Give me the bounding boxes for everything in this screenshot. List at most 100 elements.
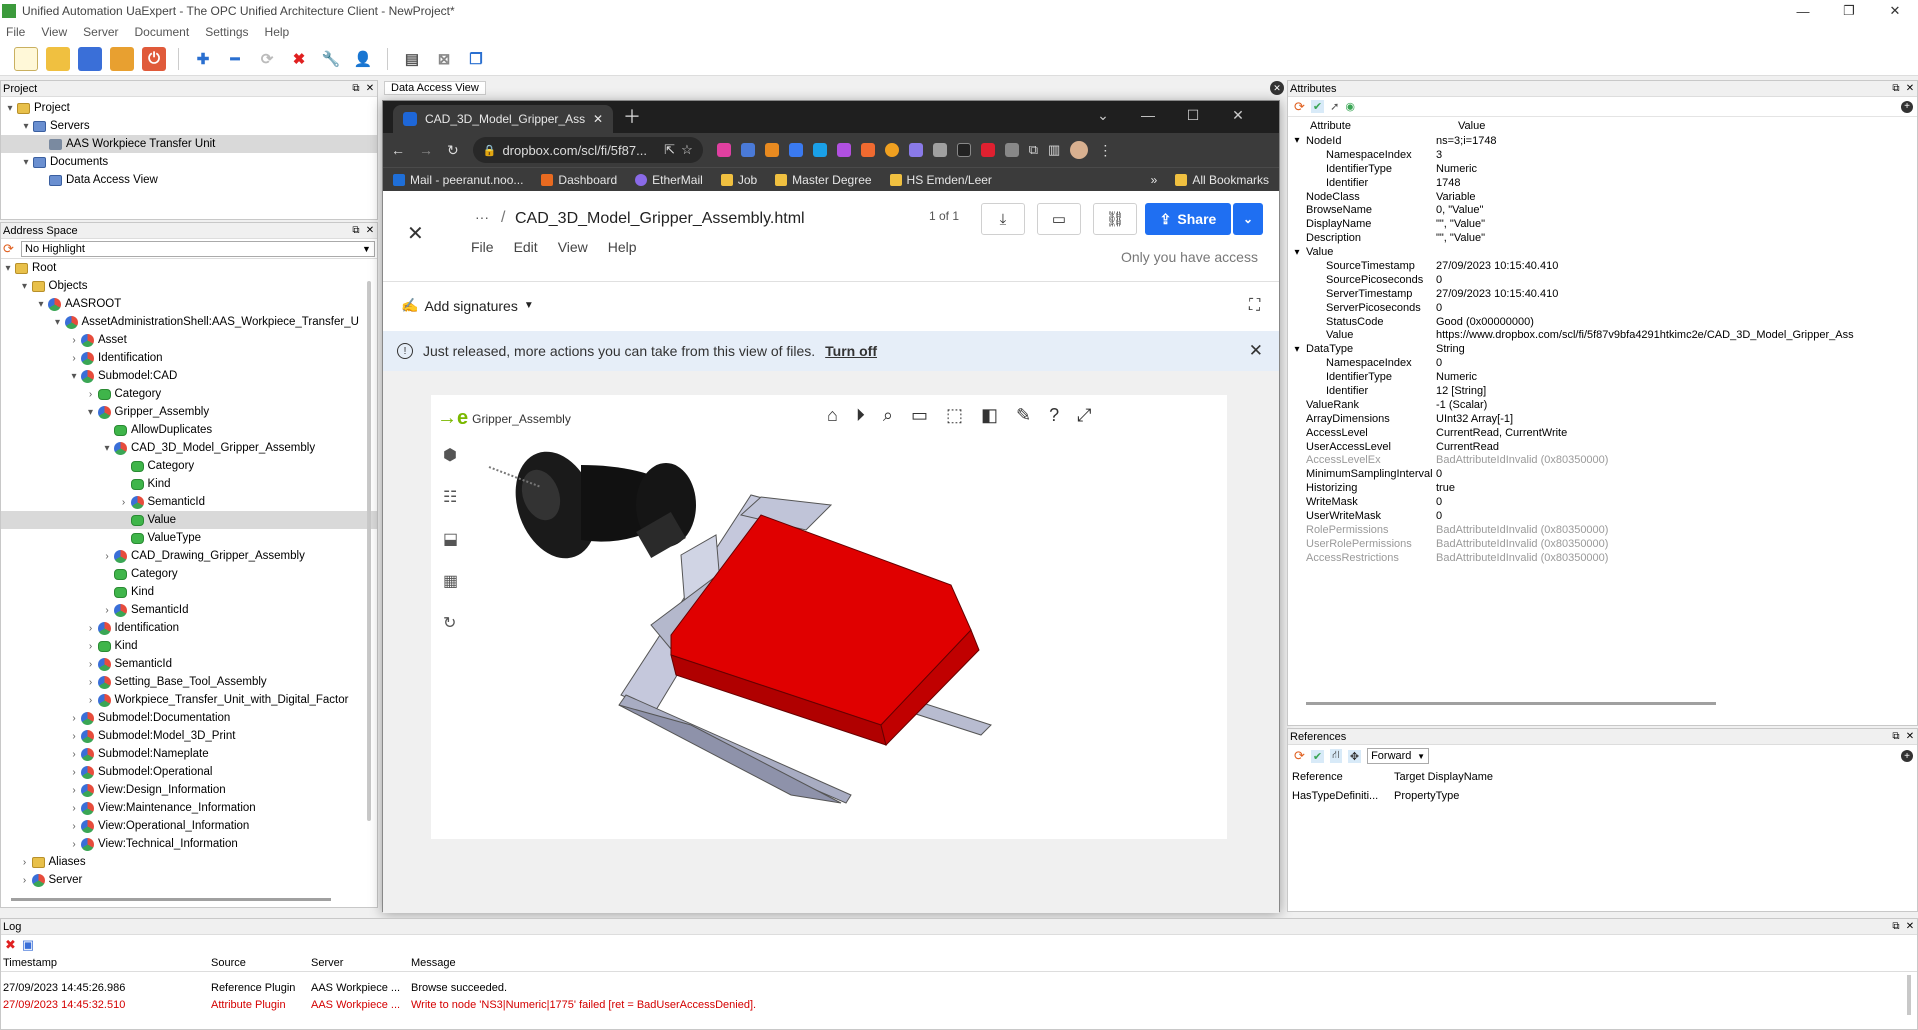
chevron-right-icon[interactable]: ›	[67, 731, 81, 742]
attribute-row[interactable]: NodeClass Variable	[1288, 190, 1917, 204]
extension-icon[interactable]	[956, 143, 971, 157]
tree-item[interactable]: ▾ Documents	[1, 153, 377, 171]
maximize-button[interactable]: ❐	[1826, 3, 1872, 19]
tree-item[interactable]: › Submodel:Documentation	[1, 709, 377, 727]
attribute-row[interactable]: ServerTimestamp 27/09/2023 10:15:40.410	[1288, 287, 1917, 301]
attribute-row[interactable]: IdentifierType Numeric	[1288, 162, 1917, 176]
bookmark-item[interactable]: HS Emden/Leer	[889, 173, 992, 187]
share-button[interactable]: ⇪ Share	[1145, 203, 1231, 235]
attribute-row[interactable]: IdentifierType Numeric	[1288, 370, 1917, 384]
back-icon[interactable]: ←	[391, 142, 405, 158]
chevron-right-icon[interactable]: ›	[100, 551, 114, 562]
save-as-icon[interactable]	[110, 46, 134, 71]
extension-icon[interactable]	[884, 143, 899, 157]
tree-item[interactable]: › Submodel:Operational	[1, 763, 377, 781]
chevron-down-icon[interactable]: ▾	[1288, 344, 1306, 355]
bookmark-item[interactable]: Master Degree	[775, 173, 872, 187]
tree-item[interactable]: › View:Technical_Information	[1, 835, 377, 853]
tree-item[interactable]: Category	[1, 565, 377, 583]
menu-settings[interactable]: Settings	[205, 25, 248, 39]
vertical-scrollbar[interactable]	[1907, 975, 1911, 1015]
tree-item[interactable]: ▾ AssetAdministrationShell:AAS_Workpiece_…	[1, 313, 377, 331]
minimize-button[interactable]: —	[1780, 4, 1826, 19]
attribute-row[interactable]: Identifier 12 [String]	[1288, 384, 1917, 398]
checkmark-icon[interactable]: ✔	[1310, 749, 1325, 763]
disconnect-icon[interactable]: ✖	[287, 47, 311, 71]
chevron-down-icon[interactable]: ▾	[1288, 247, 1306, 258]
chevron-down-icon[interactable]: ▾	[51, 317, 65, 328]
chevron-right-icon[interactable]: ›	[67, 749, 81, 760]
tree-item[interactable]: › SemanticId	[1, 493, 377, 511]
tree-item[interactable]: Data Access View	[1, 171, 377, 189]
extension-icon[interactable]	[788, 143, 803, 157]
dismiss-banner-icon[interactable]: ✕	[1249, 341, 1263, 361]
metamask-extension-icon[interactable]	[764, 143, 779, 157]
comment-icon[interactable]: ▭	[1037, 203, 1081, 235]
tree-item[interactable]: ▾ Objects	[1, 277, 377, 295]
close-icon[interactable]: ✕	[1903, 83, 1917, 94]
chevron-right-icon[interactable]: ›	[67, 335, 81, 346]
tab-search-icon[interactable]: ⌄	[1088, 107, 1118, 124]
tree-item[interactable]: › Identification	[1, 619, 377, 637]
chevron-down-icon[interactable]: ▾	[19, 157, 33, 168]
power-icon[interactable]: ⏻	[142, 46, 166, 71]
new-tab-icon[interactable]: ＋	[623, 103, 641, 129]
add-server-icon[interactable]: ✚	[191, 47, 215, 71]
extension-icon[interactable]	[716, 143, 731, 157]
attribute-row[interactable]: AccessLevel CurrentRead, CurrentWrite	[1288, 426, 1917, 440]
tree-item[interactable]: › Workpiece_Transfer_Unit_with_Digital_Fa…	[1, 691, 377, 709]
url-field[interactable]: 🔒 dropbox.com/scl/fi/5f87... ⇱ ☆	[472, 137, 703, 163]
monitor-icon[interactable]: ◉	[1345, 100, 1355, 113]
bookmark-item[interactable]: EtherMail	[635, 173, 703, 187]
attribute-row[interactable]: SourcePicoseconds 0	[1288, 273, 1917, 287]
reload-icon[interactable]: ↻	[447, 142, 459, 159]
share-page-icon[interactable]: ⇱	[664, 142, 675, 158]
add-icon[interactable]: +	[1901, 750, 1913, 762]
attribute-row[interactable]: SourceTimestamp 27/09/2023 10:15:40.410	[1288, 259, 1917, 273]
tree-item[interactable]: AllowDuplicates	[1, 421, 377, 439]
attribute-row[interactable]: RolePermissions BadAttributeIdInvalid (0x…	[1288, 523, 1917, 537]
horizontal-scrollbar[interactable]	[11, 898, 331, 901]
remove-document-icon[interactable]: ⊠	[432, 47, 456, 71]
browser-tab[interactable]: CAD_3D_Model_Gripper_Assemb ✕	[393, 105, 613, 133]
close-icon[interactable]: ✕	[363, 83, 377, 94]
float-icon[interactable]: ⧉	[1889, 921, 1903, 932]
tree-item[interactable]: › Asset	[1, 331, 377, 349]
fullscreen-icon[interactable]: ⛶	[1249, 297, 1260, 315]
extension-icon[interactable]	[932, 143, 947, 157]
share-options-chevron-icon[interactable]: ⌄	[1233, 203, 1263, 235]
file-menu-view[interactable]: View	[558, 239, 588, 255]
attribute-row[interactable]: ServerPicoseconds 0	[1288, 301, 1917, 315]
chevron-right-icon[interactable]: ›	[84, 695, 98, 706]
browser-close-button[interactable]: ✕	[1223, 107, 1253, 124]
save-log-icon[interactable]: ▣	[22, 937, 34, 953]
chevron-down-icon[interactable]: ▾	[84, 407, 98, 418]
chevron-down-icon[interactable]: ▾	[18, 281, 32, 292]
float-icon[interactable]: ⧉	[1889, 731, 1903, 742]
new-project-icon[interactable]	[14, 46, 38, 71]
tree-item[interactable]: ▾ Submodel:CAD	[1, 367, 377, 385]
attribute-row[interactable]: Description "", "Value"	[1288, 231, 1917, 245]
chevron-down-icon[interactable]: ▾	[67, 371, 81, 382]
chevron-down-icon[interactable]: ▾	[1288, 135, 1306, 146]
close-button[interactable]: ✕	[1872, 3, 1918, 19]
chevron-right-icon[interactable]: ›	[84, 623, 98, 634]
chevron-right-icon[interactable]: ›	[84, 659, 98, 670]
attribute-row[interactable]: NamespaceIndex 0	[1288, 356, 1917, 370]
chevron-right-icon[interactable]: ›	[67, 353, 81, 364]
chevron-right-icon[interactable]: ›	[84, 641, 98, 652]
network-icon[interactable]: ✥	[1347, 749, 1362, 763]
attribute-row[interactable]: ArrayDimensions UInt32 Array[-1]	[1288, 412, 1917, 426]
attribute-row[interactable]: AccessLevelEx BadAttributeIdInvalid (0x80…	[1288, 453, 1917, 467]
menu-view[interactable]: View	[41, 25, 67, 39]
checkmark-icon[interactable]: ✔	[1310, 100, 1325, 113]
tree-item[interactable]: › CAD_Drawing_Gripper_Assembly	[1, 547, 377, 565]
chevron-right-icon[interactable]: ›	[117, 497, 131, 508]
chevron-right-icon[interactable]: ›	[67, 803, 81, 814]
tree-item[interactable]: Kind	[1, 475, 377, 493]
tree-item[interactable]: › View:Operational_Information	[1, 817, 377, 835]
attribute-row[interactable]: BrowseName 0, "Value"	[1288, 203, 1917, 217]
chevron-right-icon[interactable]: ›	[67, 767, 81, 778]
file-menu-edit[interactable]: Edit	[514, 239, 538, 255]
tree-item[interactable]: › Server	[1, 871, 377, 889]
